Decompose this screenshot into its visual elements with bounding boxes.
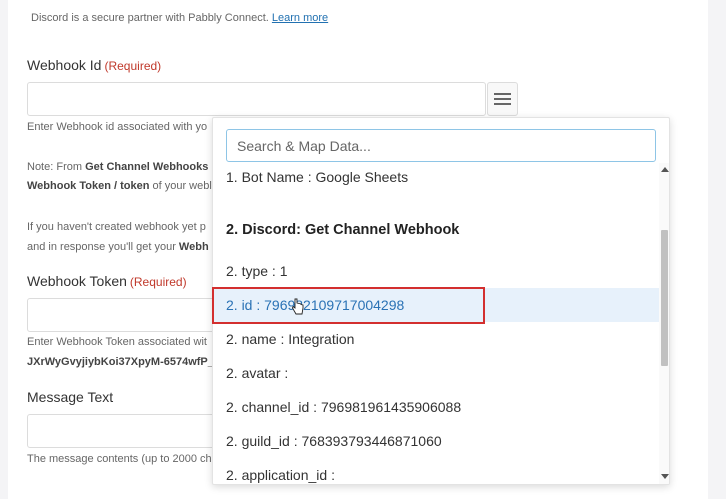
list-item[interactable]: 1. Bot Name : Google Sheets (213, 163, 659, 194)
info-line2-bold: Webh (178, 241, 209, 253)
map-data-menu-button[interactable] (487, 82, 518, 116)
map-data-list: 1. Bot Name : Google Sheets 2. Discord: G… (213, 163, 659, 484)
list-item[interactable]: 2. guild_id : 768393793446871060 (213, 424, 659, 458)
webhook-info-line2: and in response you'll get your Webh (27, 241, 209, 253)
dropdown-scrollbar[interactable] (659, 163, 669, 484)
list-item[interactable]: 2. name : Integration (213, 322, 659, 356)
hand-cursor-icon (292, 298, 304, 315)
list-group-header: 2. Discord: Get Channel Webhook (226, 222, 460, 238)
list-item[interactable]: 2. application_id : (213, 458, 659, 484)
webhook-token-value-preview: JXrWyGvyjiybKoi37XpyM-6574wfP_\ (27, 356, 217, 368)
message-text-help: The message contents (up to 2000 ch (27, 453, 212, 465)
webhook-id-input[interactable] (27, 82, 486, 116)
webhook-id-note-line2: Webhook Token / token of your webl (27, 180, 212, 192)
webhook-info-line1: If you haven't created webhook yet p (27, 221, 206, 233)
webhook-id-note: Note: From Get Channel Webhooks I (27, 161, 214, 173)
scroll-up-arrow-icon[interactable] (661, 167, 669, 172)
partner-note-text: Discord is a secure partner with Pabbly … (31, 12, 269, 24)
webhook-id-required: (Required) (104, 59, 162, 73)
selected-item-highlight (212, 287, 485, 324)
info-line2-prefix: and in response you'll get your (27, 241, 179, 253)
webhook-token-input[interactable] (27, 298, 227, 332)
note-bold-2: Webhook Token / token (27, 180, 150, 192)
list-item[interactable]: 2. avatar : (213, 356, 659, 390)
webhook-token-help: Enter Webhook Token associated wit (27, 336, 207, 348)
note-tail-2: of your webl (149, 180, 212, 192)
note-bold-1: Get Channel Webhooks (85, 161, 209, 173)
partner-note: Discord is a secure partner with Pabbly … (31, 12, 328, 24)
webhook-token-required: (Required) (129, 275, 187, 289)
list-item[interactable]: 2. type : 1 (213, 254, 659, 288)
note-prefix: Note: From (27, 161, 86, 173)
learn-more-link[interactable]: Learn more (272, 12, 328, 24)
webhook-id-label: Webhook Id (Required) (27, 57, 161, 73)
message-text-input[interactable] (27, 414, 227, 448)
webhook-token-label-text: Webhook Token (27, 273, 127, 289)
list-item[interactable]: 2. channel_id : 796981961435906088 (213, 390, 659, 424)
message-text-label: Message Text (27, 389, 114, 405)
search-map-data-input[interactable] (226, 129, 656, 162)
webhook-token-label: Webhook Token (Required) (27, 273, 187, 289)
scroll-thumb[interactable] (661, 230, 668, 366)
scroll-down-arrow-icon[interactable] (661, 474, 669, 479)
webhook-id-help: Enter Webhook id associated with yo (27, 121, 208, 133)
hamburger-icon (494, 93, 511, 105)
webhook-id-label-text: Webhook Id (27, 57, 102, 73)
